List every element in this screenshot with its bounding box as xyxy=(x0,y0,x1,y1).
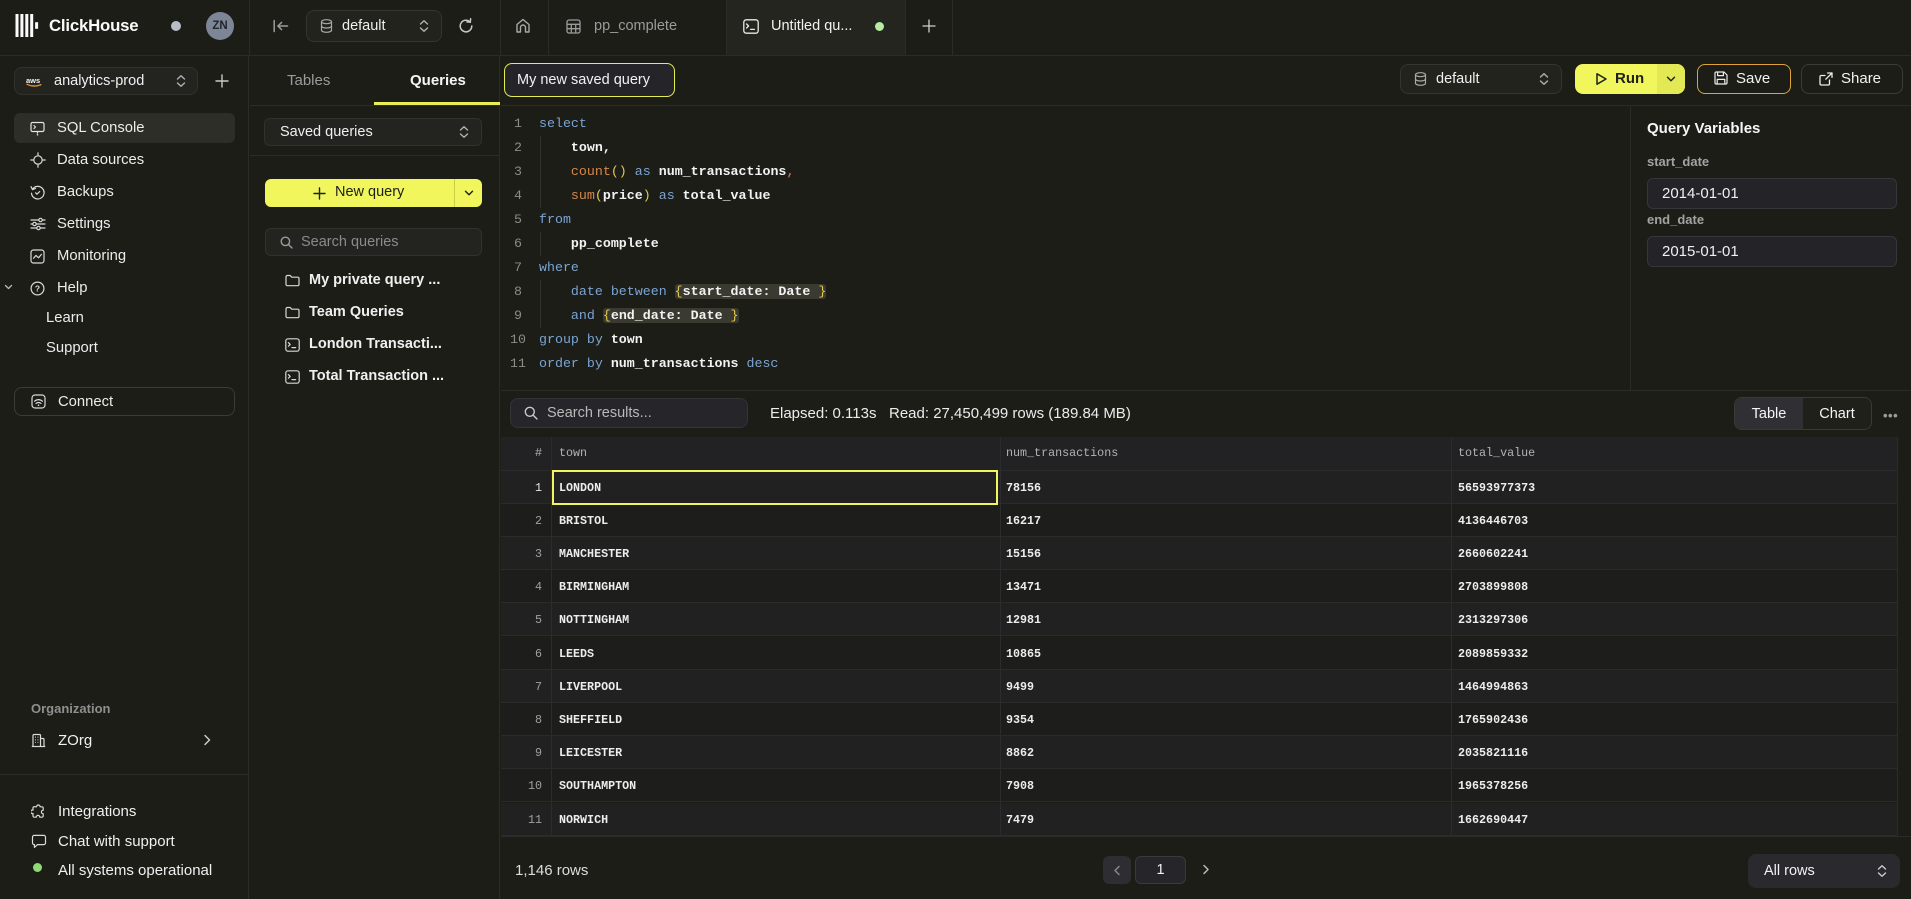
svg-text:aws: aws xyxy=(26,76,40,85)
svg-text:?: ? xyxy=(35,283,40,293)
